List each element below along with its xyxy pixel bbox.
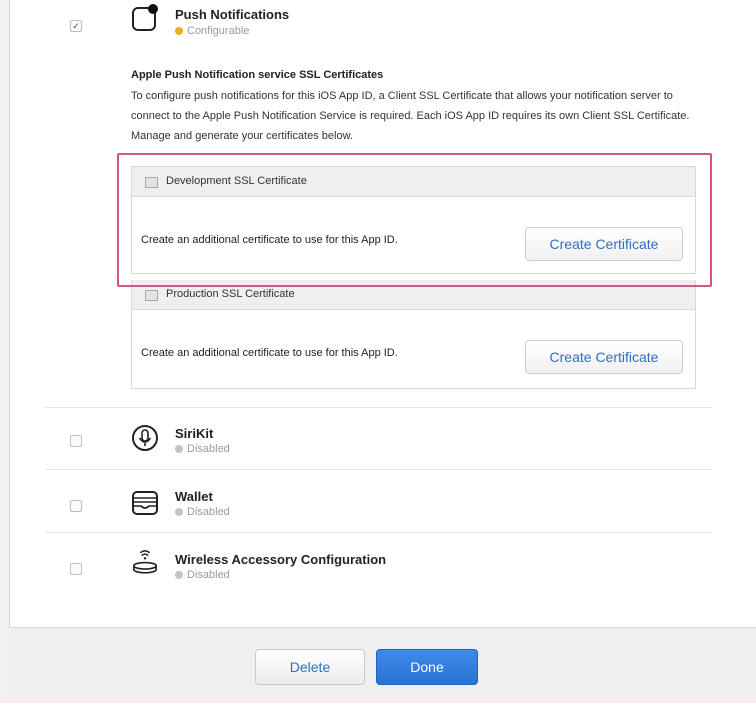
wireless-accessory-icon <box>132 550 158 574</box>
push-notification-icon <box>132 4 158 31</box>
ssl-section-heading: Apple Push Notification service SSL Cert… <box>131 69 384 81</box>
wireless-accessory-checkbox[interactable] <box>70 563 82 575</box>
push-notifications-checkbox[interactable]: ✓ <box>70 20 82 32</box>
certificate-description: Create an additional certificate to use … <box>141 347 398 359</box>
certificate-body: Create an additional certificate to use … <box>132 310 695 388</box>
certificate-icon <box>145 290 158 301</box>
wireless-accessory-status: Disabled <box>175 569 230 581</box>
delete-button[interactable]: Delete <box>255 649 365 685</box>
sirikit-checkbox[interactable] <box>70 435 82 447</box>
status-label: Disabled <box>187 443 230 455</box>
production-certificate-panel: Production SSL Certificate Create an add… <box>131 280 696 389</box>
push-notifications-status: Configurable <box>175 25 249 37</box>
status-label: Disabled <box>187 569 230 581</box>
status-dot-disabled <box>175 571 183 579</box>
status-label: Disabled <box>187 506 230 518</box>
divider <box>45 407 712 408</box>
divider <box>45 532 712 533</box>
window-bottom-edge <box>0 697 756 703</box>
sirikit-title: SiriKit <box>175 426 214 441</box>
done-button[interactable]: Done <box>376 649 478 685</box>
create-production-certificate-button[interactable]: Create Certificate <box>525 340 683 374</box>
wallet-checkbox[interactable] <box>70 500 82 512</box>
sirikit-status: Disabled <box>175 443 230 455</box>
divider <box>45 469 712 470</box>
wallet-status: Disabled <box>175 506 230 518</box>
status-dot-configurable <box>175 27 183 35</box>
status-dot-disabled <box>175 445 183 453</box>
development-certificate-highlight <box>117 153 712 287</box>
push-notifications-title: Push Notifications <box>175 7 290 22</box>
ssl-section-description: To configure push notifications for this… <box>131 90 690 142</box>
status-label: Configurable <box>187 25 250 37</box>
wallet-icon <box>132 491 158 515</box>
microphone-icon <box>132 425 158 451</box>
wallet-title: Wallet <box>175 489 213 504</box>
certificate-title: Production SSL Certificate <box>166 288 295 300</box>
wireless-accessory-title: Wireless Accessory Configuration <box>175 552 387 567</box>
status-dot-disabled <box>175 508 183 516</box>
